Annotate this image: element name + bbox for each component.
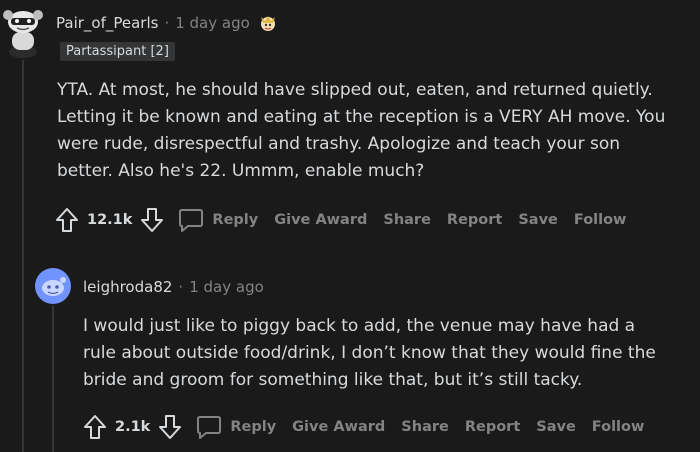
snoo-avatar-icon bbox=[3, 10, 43, 58]
report-button[interactable]: Report bbox=[447, 212, 502, 228]
report-button[interactable]: Report bbox=[465, 419, 520, 435]
comment-actions: 12.1k Reply Give Award Share Report Save… bbox=[55, 206, 642, 234]
separator: · bbox=[178, 278, 184, 296]
save-button[interactable]: Save bbox=[518, 212, 558, 228]
award-badge-icon[interactable] bbox=[258, 13, 278, 33]
follow-button[interactable]: Follow bbox=[574, 212, 627, 228]
comment-line: YTA. At most, he should have slipped out… bbox=[57, 80, 653, 100]
comment-line: Letting it be known and eating at the re… bbox=[57, 107, 666, 127]
comment-header: leighroda82 · 1 day ago bbox=[83, 278, 264, 296]
give-award-button[interactable]: Give Award bbox=[292, 419, 385, 435]
username[interactable]: leighroda82 bbox=[83, 278, 172, 296]
comment-line: better. Also he's 22. Ummm, enable much? bbox=[57, 161, 425, 181]
speech-bubble-icon[interactable] bbox=[196, 415, 222, 439]
user-flair: Partassipant [2] bbox=[60, 42, 175, 61]
vote-score: 2.1k bbox=[115, 419, 151, 435]
share-button[interactable]: Share bbox=[383, 212, 431, 228]
comment-line: rule about outside food/drink, I don’t k… bbox=[83, 343, 656, 363]
arrow-down-icon[interactable] bbox=[140, 207, 164, 233]
speech-bubble-icon[interactable] bbox=[178, 208, 204, 232]
comment-header: Pair_of_Pearls · 1 day ago bbox=[56, 13, 278, 33]
timestamp[interactable]: 1 day ago bbox=[189, 278, 264, 296]
comment-body: I would just like to piggy back to add, … bbox=[83, 313, 698, 394]
comment-line: I would just like to piggy back to add, … bbox=[83, 316, 636, 336]
follow-button[interactable]: Follow bbox=[592, 419, 645, 435]
separator: · bbox=[164, 14, 170, 32]
avatar[interactable] bbox=[2, 2, 44, 58]
timestamp[interactable]: 1 day ago bbox=[175, 14, 250, 32]
snoo-avatar-icon bbox=[35, 268, 71, 304]
thread-line-reply[interactable] bbox=[52, 305, 54, 452]
comment-line: were rude, disrespectful and trashy. Apo… bbox=[57, 134, 621, 154]
give-award-button[interactable]: Give Award bbox=[274, 212, 367, 228]
arrow-down-icon[interactable] bbox=[158, 414, 182, 440]
comment-line: bride and groom for something like that,… bbox=[83, 370, 583, 390]
username[interactable]: Pair_of_Pearls bbox=[56, 14, 158, 32]
thread-line[interactable] bbox=[22, 60, 24, 452]
arrow-up-icon[interactable] bbox=[83, 414, 107, 440]
vote-score: 12.1k bbox=[87, 212, 133, 228]
comment-actions: 2.1k Reply Give Award Share Report Save … bbox=[83, 413, 660, 441]
avatar[interactable] bbox=[35, 268, 71, 304]
save-button[interactable]: Save bbox=[536, 419, 576, 435]
arrow-up-icon[interactable] bbox=[55, 207, 79, 233]
comment-body: YTA. At most, he should have slipped out… bbox=[57, 77, 697, 185]
reply-button[interactable]: Reply bbox=[230, 419, 276, 435]
share-button[interactable]: Share bbox=[401, 419, 449, 435]
reply-button[interactable]: Reply bbox=[212, 212, 258, 228]
